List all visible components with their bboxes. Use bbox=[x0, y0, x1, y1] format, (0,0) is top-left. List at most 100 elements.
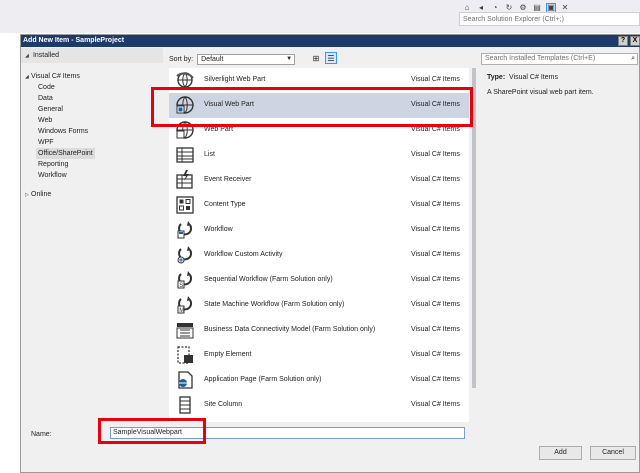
template-name: List bbox=[204, 151, 215, 158]
details-description: A SharePoint visual web part item. bbox=[487, 89, 594, 96]
template-category: Visual C# Items bbox=[411, 276, 460, 283]
template-row[interactable]: Web Part Visual C# Items bbox=[169, 118, 469, 143]
template-row[interactable]: Workflow Visual C# Items bbox=[169, 218, 469, 243]
refresh-icon[interactable]: ↻ bbox=[504, 3, 514, 13]
tree-item-online[interactable]: ▷ Online bbox=[25, 189, 51, 200]
template-category: Visual C# Items bbox=[411, 101, 460, 108]
template-name: Event Receiver bbox=[204, 176, 252, 183]
chevron-down-icon: ▼ bbox=[286, 55, 293, 62]
medium-icons-view-button[interactable]: ⊞ bbox=[310, 52, 322, 64]
dialog-titlebar: Add New Item - SampleProject ? X bbox=[21, 35, 640, 47]
template-list: Silverlight Web Part Visual C# Items Visua… bbox=[169, 68, 469, 422]
dialog-title: Add New Item - SampleProject bbox=[23, 37, 125, 44]
template-category: Visual C# Items bbox=[411, 251, 460, 258]
svg-text:M: M bbox=[179, 308, 184, 314]
template-category: Visual C# Items bbox=[411, 326, 460, 333]
help-button[interactable]: ? bbox=[618, 36, 628, 46]
template-name: Content Type bbox=[204, 201, 246, 208]
template-details: Type: Visual C# Items A SharePoint visua… bbox=[487, 73, 637, 98]
cancel-button[interactable]: Cancel bbox=[590, 446, 636, 460]
properties-icon[interactable]: ▤ bbox=[532, 3, 542, 13]
list-view-icon: ☰ bbox=[327, 53, 335, 63]
template-row[interactable]: Visual Web Part Visual C# Items bbox=[169, 93, 469, 118]
search-icon: ⌕ bbox=[631, 55, 635, 62]
sort-label: Sort by: bbox=[169, 55, 194, 63]
template-row[interactable]: Site Column Visual C# Items bbox=[169, 393, 469, 418]
show-all-icon[interactable]: ▣ bbox=[546, 2, 556, 13]
workflow-icon bbox=[175, 220, 195, 240]
tree-item-data[interactable]: Data bbox=[38, 93, 53, 104]
template-category: Visual C# Items bbox=[411, 351, 460, 358]
solution-explorer-search[interactable]: Search Solution Explorer (Ctrl+;) bbox=[459, 12, 640, 26]
tree-item-web[interactable]: Web bbox=[38, 115, 52, 126]
tree-item-visual-csharp[interactable]: ◢ Visual C# Items bbox=[25, 71, 80, 82]
settings-icon[interactable]: ⚙ bbox=[518, 3, 528, 13]
sort-dropdown[interactable]: Default ▼ bbox=[197, 53, 296, 65]
event-receiver-icon bbox=[175, 170, 195, 190]
template-row[interactable]: Content Type Visual C# Items bbox=[169, 193, 469, 218]
template-category: Visual C# Items bbox=[411, 126, 460, 133]
close-icon[interactable]: ✕ bbox=[560, 3, 570, 13]
template-list-scrollbar[interactable] bbox=[471, 68, 477, 422]
template-name: Visual Web Part bbox=[204, 101, 254, 108]
installed-header[interactable]: ◢ Installed bbox=[21, 48, 163, 63]
template-name: Workflow Custom Activity bbox=[204, 251, 283, 258]
list-view-button[interactable]: ☰ bbox=[325, 52, 337, 64]
template-category: Visual C# Items bbox=[411, 201, 460, 208]
back-icon[interactable]: ◂ bbox=[476, 3, 486, 13]
name-input[interactable]: SampleVisualWebpart bbox=[110, 427, 465, 439]
silverlight-webpart-icon bbox=[175, 70, 195, 90]
category-tree: ◢ Visual C# Items Code Data General Web W… bbox=[21, 65, 163, 419]
template-row[interactable]: List Visual C# Items bbox=[169, 143, 469, 168]
scrollbar-thumb[interactable] bbox=[472, 68, 476, 388]
template-row[interactable]: Silverlight Web Part Visual C# Items bbox=[169, 68, 469, 93]
template-row[interactable]: Event Receiver Visual C# Items bbox=[169, 168, 469, 193]
template-name: State Machine Workflow (Farm Solution on… bbox=[204, 301, 345, 308]
template-category: Visual C# Items bbox=[411, 401, 460, 408]
home-icon[interactable]: ⌂ bbox=[462, 3, 472, 13]
tree-item-windows-forms[interactable]: Windows Forms bbox=[38, 126, 88, 137]
sequential-workflow-icon: S bbox=[175, 270, 195, 290]
template-name: Application Page (Farm Solution only) bbox=[204, 376, 322, 383]
template-category: Visual C# Items bbox=[411, 226, 460, 233]
sort-bar: Sort by: Default ▼ bbox=[169, 53, 296, 65]
webpart-icon bbox=[175, 120, 195, 140]
template-category: Visual C# Items bbox=[411, 151, 460, 158]
history-icon[interactable]: ◔ bbox=[490, 3, 500, 13]
template-search-input[interactable]: Search Installed Templates (Ctrl+E) ⌕ bbox=[481, 53, 638, 65]
tree-item-code[interactable]: Code bbox=[38, 82, 55, 93]
template-category: Visual C# Items bbox=[411, 301, 460, 308]
template-row[interactable]: M State Machine Workflow (Farm Solution o… bbox=[169, 293, 469, 318]
visual-studio-background: ⌂ ◂ ◔ ↻ ⚙ ▤ ▣ ✕ Search Solution Explorer… bbox=[0, 0, 640, 33]
grid-view-icon: ⊞ bbox=[312, 53, 320, 63]
template-category: Visual C# Items bbox=[411, 76, 460, 83]
state-machine-workflow-icon: M bbox=[175, 295, 195, 315]
close-button[interactable]: X bbox=[630, 36, 640, 46]
content-type-icon bbox=[175, 195, 195, 215]
template-row[interactable]: Business Data Connectivity Model (Farm S… bbox=[169, 318, 469, 343]
template-row[interactable]: Empty Element Visual C# Items bbox=[169, 343, 469, 368]
template-name: Site Column bbox=[204, 401, 243, 408]
details-type: Type: Visual C# Items bbox=[487, 74, 558, 81]
site-column-icon bbox=[175, 395, 195, 415]
template-name: Sequential Workflow (Farm Solution only) bbox=[204, 276, 333, 283]
tree-item-workflow[interactable]: Workflow bbox=[38, 170, 67, 181]
add-new-item-dialog: Add New Item - SampleProject ? X ◢ Insta… bbox=[20, 34, 640, 473]
add-button[interactable]: Add bbox=[539, 446, 582, 460]
collapse-triangle-icon: ◢ bbox=[25, 53, 29, 59]
template-category: Visual C# Items bbox=[411, 376, 460, 383]
template-name: Silverlight Web Part bbox=[204, 76, 266, 83]
application-page-icon bbox=[175, 370, 195, 390]
svg-text:S: S bbox=[179, 283, 183, 289]
tree-item-reporting[interactable]: Reporting bbox=[38, 159, 68, 170]
template-row[interactable]: Application Page (Farm Solution only) Vis… bbox=[169, 368, 469, 393]
template-name: Empty Element bbox=[204, 351, 252, 358]
template-row[interactable]: S Sequential Workflow (Farm Solution only… bbox=[169, 268, 469, 293]
template-row[interactable]: Workflow Custom Activity Visual C# Items bbox=[169, 243, 469, 268]
tree-item-wpf[interactable]: WPF bbox=[38, 137, 54, 148]
template-name: Business Data Connectivity Model (Farm S… bbox=[204, 326, 376, 333]
tree-item-office-sharepoint[interactable]: Office/SharePoint bbox=[36, 148, 95, 159]
tree-item-general[interactable]: General bbox=[38, 104, 63, 115]
empty-element-icon bbox=[175, 345, 195, 365]
bdc-model-icon bbox=[175, 320, 195, 340]
